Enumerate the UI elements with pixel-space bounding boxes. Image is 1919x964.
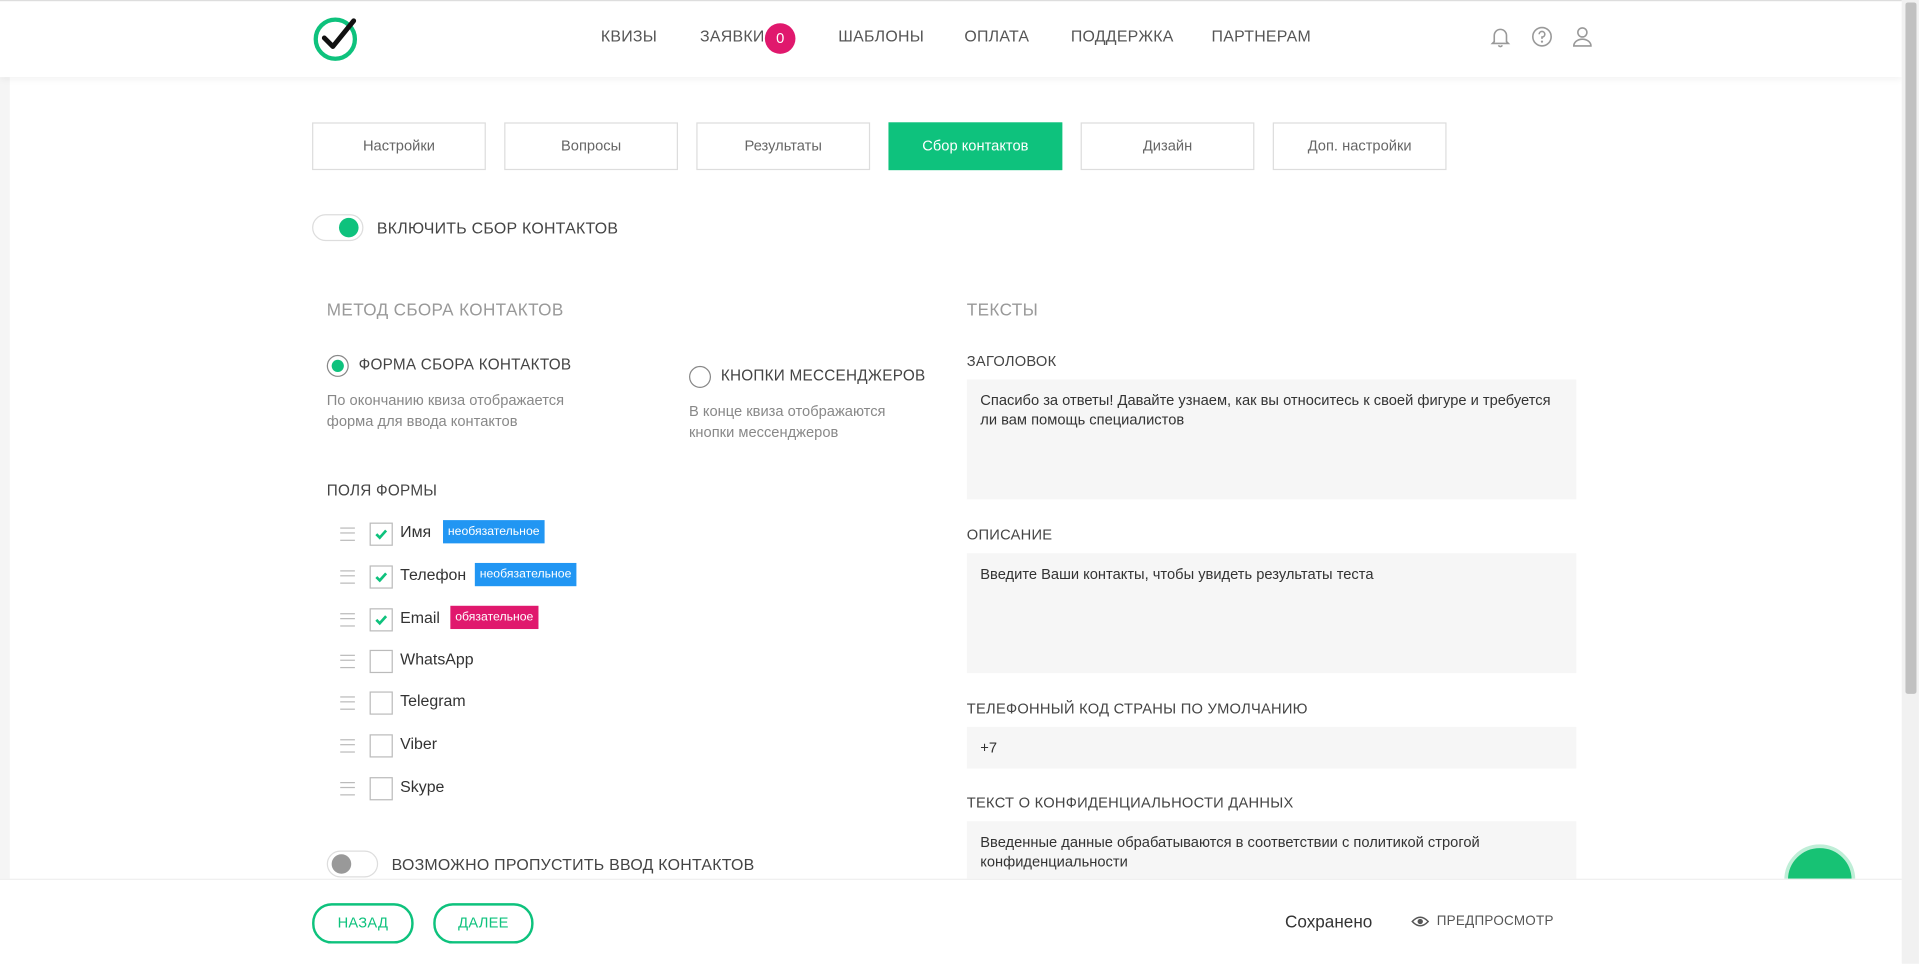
nav-requests[interactable]: ЗАЯВКИ — [700, 27, 764, 45]
help-icon[interactable] — [1530, 24, 1554, 48]
drag-handle-icon[interactable] — [340, 654, 355, 669]
field-name-checkbox[interactable] — [369, 522, 393, 546]
logo-check-icon[interactable] — [312, 15, 359, 62]
drag-handle-icon[interactable] — [340, 570, 355, 584]
optional-tag[interactable]: необязательное — [443, 520, 545, 544]
method-section-title: МЕТОД СБОРА КОНТАКТОВ — [326, 299, 564, 320]
form-field-row-name: Имя необязательное — [340, 520, 707, 547]
checkmark-icon — [375, 529, 388, 540]
field-label: WhatsApp — [400, 649, 474, 669]
privacy-textarea[interactable]: Введенные данные обрабатываются в соотве… — [966, 821, 1577, 879]
scrollbar-thumb[interactable] — [1905, 2, 1917, 694]
optional-tag[interactable]: необязательное — [474, 562, 577, 587]
eye-icon[interactable] — [1411, 914, 1430, 929]
field-viber-checkbox[interactable] — [369, 734, 393, 758]
form-option-radio[interactable] — [326, 354, 349, 377]
drag-handle-icon[interactable] — [340, 613, 355, 627]
toggle-knob — [338, 217, 359, 238]
description-field-label: ОПИСАНИЕ — [966, 526, 1053, 544]
form-field-row-whatsapp: WhatsApp — [340, 647, 707, 674]
privacy-field-label: ТЕКСТ О КОНФИДЕНЦИАЛЬНОСТИ ДАННЫХ — [966, 794, 1294, 812]
field-email-checkbox[interactable] — [369, 608, 393, 632]
tab-contacts[interactable]: Сбор контактов — [888, 122, 1063, 171]
field-phone-checkbox[interactable] — [369, 565, 393, 589]
main-content — [9, 75, 1902, 879]
field-telegram-checkbox[interactable] — [369, 691, 393, 715]
tab-design[interactable]: Дизайн — [1080, 122, 1255, 171]
preview-button[interactable]: ПРЕДПРОСМОТР — [1437, 914, 1554, 929]
user-icon[interactable] — [1570, 24, 1594, 48]
form-field-row-phone: Телефон необязательное — [340, 562, 707, 590]
phone-code-field-label: ТЕЛЕФОННЫЙ КОД СТРАНЫ ПО УМОЛЧАНИЮ — [966, 700, 1308, 718]
form-field-row-telegram: Telegram — [340, 689, 707, 716]
enable-contacts-label: ВКЛЮЧИТЬ СБОР КОНТАКТОВ — [376, 219, 619, 238]
field-label: Телефон — [400, 565, 467, 584]
tab-questions[interactable]: Вопросы — [504, 122, 678, 171]
saved-status: Сохранено — [1284, 911, 1373, 932]
field-whatsapp-checkbox[interactable] — [369, 649, 393, 674]
required-tag[interactable]: обязательное — [450, 605, 539, 630]
nav-payment[interactable]: ОПЛАТА — [964, 27, 1029, 45]
requests-count-badge: 0 — [764, 23, 796, 54]
skip-contacts-toggle[interactable] — [326, 850, 379, 878]
field-label: Telegram — [400, 691, 466, 710]
tab-extra-settings[interactable]: Доп. настройки — [1272, 122, 1447, 171]
drag-handle-icon[interactable] — [340, 782, 355, 796]
tab-settings[interactable]: Настройки — [312, 122, 486, 171]
form-option-label[interactable]: ФОРМА СБОРА КОНТАКТОВ — [359, 356, 572, 373]
enable-contacts-toggle[interactable] — [312, 214, 364, 242]
top-navbar — [0, 0, 1902, 78]
checkmark-icon — [375, 615, 388, 626]
nav-templates[interactable]: ШАБЛОНЫ — [838, 27, 924, 45]
phone-code-input[interactable]: +7 — [966, 726, 1577, 769]
messenger-option-description: В конце квиза отображаются кнопки мессен… — [688, 402, 886, 441]
drag-handle-icon[interactable] — [340, 696, 355, 710]
description-textarea[interactable]: Введите Ваши контакты, чтобы увидеть рез… — [966, 553, 1577, 674]
next-button[interactable]: ДАЛЕЕ — [433, 903, 534, 944]
heading-textarea[interactable]: Спасибо за ответы! Давайте узнаем, как в… — [966, 379, 1577, 500]
form-fields-title: ПОЛЯ ФОРМЫ — [326, 482, 438, 500]
field-skype-checkbox[interactable] — [369, 777, 393, 801]
messenger-option-label[interactable]: КНОПКИ МЕССЕНДЖЕРОВ — [721, 367, 926, 384]
checkmark-icon — [375, 572, 388, 583]
tab-results[interactable]: Результаты — [696, 122, 871, 171]
toggle-knob — [331, 854, 352, 874]
field-label: Имя — [400, 522, 432, 541]
texts-section-title: ТЕКСТЫ — [966, 299, 1039, 320]
nav-quizzes[interactable]: КВИЗЫ — [601, 27, 657, 45]
app-root: КВИЗЫ ЗАЯВКИ 0 ШАБЛОНЫ ОПЛАТА ПОДДЕРЖКА … — [0, 0, 1919, 964]
form-option-description: По окончанию квиза отображается форма дл… — [326, 391, 565, 430]
form-field-row-viber: Viber — [340, 732, 707, 759]
form-field-row-skype: Skype — [340, 775, 707, 802]
back-button[interactable]: НАЗАД — [312, 903, 414, 944]
radio-selected-dot — [331, 359, 344, 373]
messenger-option-radio[interactable] — [688, 365, 712, 388]
nav-partners[interactable]: ПАРТНЕРАМ — [1212, 27, 1311, 45]
field-label: Skype — [400, 777, 445, 796]
drag-handle-icon[interactable] — [340, 527, 355, 541]
bottom-action-bar — [0, 878, 1902, 964]
drag-handle-icon[interactable] — [340, 739, 355, 753]
skip-contacts-label: ВОЗМОЖНО ПРОПУСТИТЬ ВВОД КОНТАКТОВ — [391, 855, 755, 874]
heading-field-label: ЗАГОЛОВОК — [966, 352, 1057, 370]
field-label: Viber — [400, 734, 438, 753]
bell-icon[interactable] — [1488, 24, 1512, 48]
form-field-row-email: Email обязательное — [340, 605, 707, 633]
field-label: Email — [400, 608, 440, 627]
nav-support[interactable]: ПОДДЕРЖКА — [1071, 27, 1174, 45]
